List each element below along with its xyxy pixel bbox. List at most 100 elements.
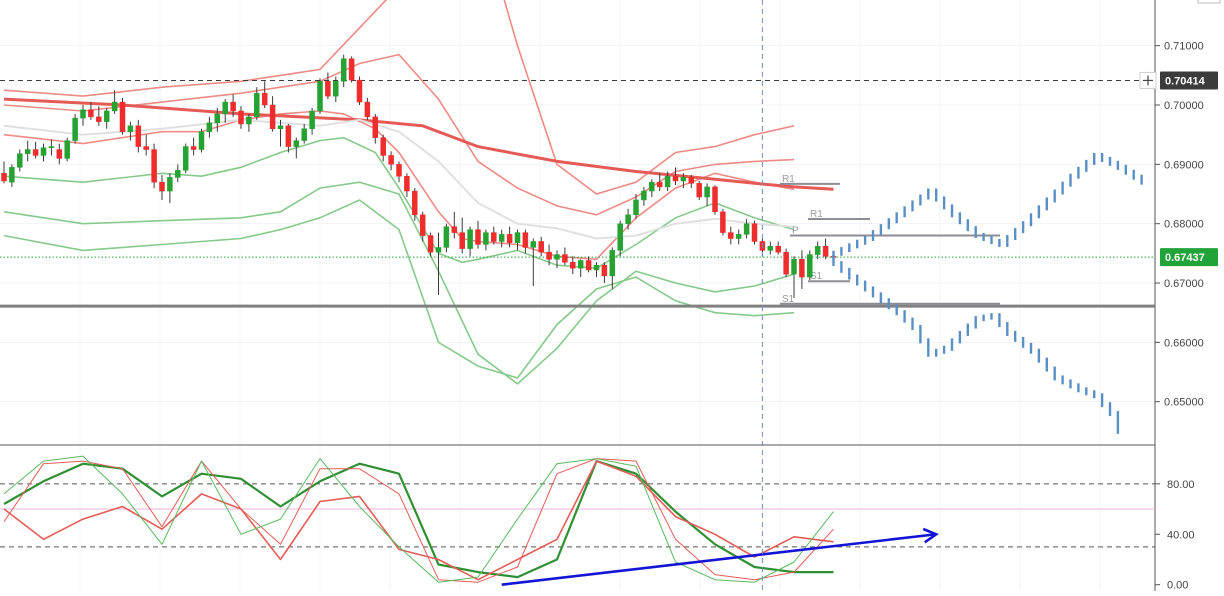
candle-body xyxy=(822,245,829,257)
candle xyxy=(388,151,394,171)
candle-body xyxy=(396,164,402,177)
candle-body xyxy=(467,229,473,249)
forecast-step xyxy=(1116,160,1120,170)
candle-body xyxy=(546,251,552,260)
candle xyxy=(601,262,608,284)
forecast-step xyxy=(887,218,890,230)
candle xyxy=(514,229,521,251)
candle-body xyxy=(285,125,292,147)
candle xyxy=(641,186,647,206)
candle-body xyxy=(182,146,189,171)
candle xyxy=(269,96,276,132)
candle xyxy=(735,229,742,245)
forecast-step xyxy=(1100,393,1104,408)
candle xyxy=(167,173,173,203)
forecast-step xyxy=(840,247,843,256)
candle xyxy=(238,106,244,129)
candle-body xyxy=(372,116,379,138)
forecast-step xyxy=(1021,336,1025,348)
candle-body xyxy=(704,186,710,198)
forecast-step xyxy=(982,314,985,322)
candle xyxy=(404,173,410,197)
forecast-step xyxy=(1029,342,1033,354)
candle xyxy=(261,81,268,108)
candle-body xyxy=(96,116,102,122)
candle xyxy=(56,143,63,165)
forecast-path xyxy=(832,254,1120,434)
candle-body xyxy=(301,128,307,141)
candle-body xyxy=(277,125,284,130)
candle-body xyxy=(656,181,663,188)
price-tick-label: 0.66000 xyxy=(1164,337,1204,349)
candle-body xyxy=(119,101,126,132)
oscillator-tick-label: 80.00 xyxy=(1167,479,1195,491)
price-tick-label: 0.65000 xyxy=(1164,397,1204,409)
forecast-step xyxy=(1085,159,1088,172)
candle-body xyxy=(775,245,781,253)
candle-body xyxy=(728,232,734,239)
candle-body xyxy=(522,232,529,248)
forecast-step xyxy=(1100,152,1104,162)
forecast-step xyxy=(1061,181,1064,195)
candle xyxy=(127,121,134,141)
candle-body xyxy=(443,226,450,248)
forecast-step xyxy=(942,345,946,354)
candle xyxy=(285,124,292,153)
candle xyxy=(119,97,126,135)
forecast-step xyxy=(927,338,930,357)
candle-body xyxy=(333,81,339,97)
forecast-step xyxy=(879,292,883,304)
candle xyxy=(246,113,252,132)
candle-body xyxy=(451,226,458,233)
forecast-step xyxy=(966,219,969,232)
candle xyxy=(656,173,663,192)
candle-body xyxy=(633,199,639,216)
candle-body xyxy=(388,155,394,165)
band-line xyxy=(3,53,795,216)
candle-body xyxy=(601,264,608,277)
candle-body xyxy=(214,113,221,124)
envelope-bands xyxy=(3,0,795,385)
candle-body xyxy=(317,81,323,112)
candle xyxy=(522,229,529,254)
pivot-level-label: S1 xyxy=(782,294,795,305)
candle-body xyxy=(1,173,7,182)
crosshair-plus-icon[interactable] xyxy=(1139,71,1157,89)
candle-body xyxy=(641,190,647,201)
candle-body xyxy=(246,116,252,125)
pivot-level-label: R1 xyxy=(782,174,795,185)
chart-canvas[interactable]: R1R1PS1S1 0.710000.700000.690000.680000.… xyxy=(0,0,1224,592)
candle xyxy=(822,238,829,260)
candle-body xyxy=(103,110,110,122)
forecast-step xyxy=(1116,411,1120,434)
candle xyxy=(475,220,481,249)
candle xyxy=(570,256,576,275)
forecast-step xyxy=(1069,173,1072,187)
forecast-step xyxy=(887,298,890,310)
candle xyxy=(48,139,55,156)
candle-body xyxy=(238,110,244,125)
forecast-step xyxy=(1006,235,1009,247)
forecast-step xyxy=(895,212,898,224)
moving-averages xyxy=(3,97,834,240)
panel-resize-handle xyxy=(1197,0,1221,4)
candle-body xyxy=(562,254,568,263)
candle xyxy=(309,107,315,135)
candle-body xyxy=(143,146,149,150)
candle-body xyxy=(24,149,31,154)
candle-body xyxy=(530,241,537,248)
candle-body xyxy=(743,223,750,235)
candle xyxy=(175,164,181,183)
candle-body xyxy=(807,254,813,278)
candle-body xyxy=(88,109,94,118)
candle-body xyxy=(491,232,497,242)
candle xyxy=(72,113,78,144)
candle xyxy=(103,107,110,129)
candle-body xyxy=(419,214,426,236)
candle-body xyxy=(712,186,718,213)
forecast-step xyxy=(919,325,922,344)
forecast-step xyxy=(903,310,906,323)
candle-body xyxy=(672,175,679,182)
candle-body xyxy=(222,101,228,115)
candle-body xyxy=(498,234,505,242)
